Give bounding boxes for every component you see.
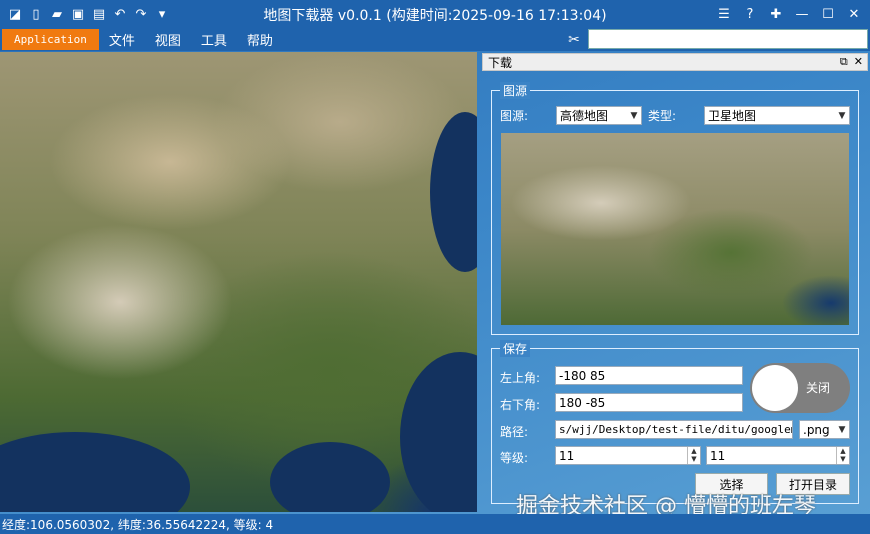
satellite-map-view[interactable]: [0, 52, 477, 512]
type-label: 类型:: [648, 109, 677, 123]
path-input[interactable]: s/wjj/Desktop/test-file/ditu/googlemap: [555, 420, 793, 439]
chevron-down-icon: ▼: [838, 424, 846, 435]
max-level-stepper[interactable]: 11 ▲ ▼: [706, 446, 850, 465]
stepper-arrows-icon[interactable]: ▲ ▼: [687, 447, 700, 464]
float-panel-icon[interactable]: ⧉: [840, 55, 848, 69]
top-left-input[interactable]: -180 85: [555, 366, 743, 385]
new-file-icon[interactable]: ▯: [27, 5, 45, 23]
map-sea-area: [270, 442, 390, 512]
status-bar: 经度:106.0560302, 纬度:36.55642224, 等级: 4: [0, 514, 870, 534]
type-select[interactable]: 卫星地图 ▼: [704, 106, 850, 125]
help-icon[interactable]: ?: [738, 2, 762, 26]
top-left-label: 左上角:: [500, 371, 541, 385]
close-toggle-switch[interactable]: 关闭: [750, 363, 850, 413]
title-bar: ◪ ▯ ▰ ▣ ▤ ↶ ↷ ▾ 地图下载器 v0.0.1 (构建时间:2025-…: [0, 0, 870, 28]
pin-icon[interactable]: ✚: [764, 2, 788, 26]
type-select-value: 卫星地图: [708, 109, 757, 123]
menu-file[interactable]: 文件: [99, 30, 145, 49]
source-select-value: 高德地图: [560, 109, 609, 123]
toggle-knob: [752, 365, 798, 411]
panel-header: 下载 ⧉ ✕: [482, 53, 868, 71]
max-level-value: 11: [710, 448, 726, 463]
save-icon[interactable]: ▣: [69, 5, 87, 23]
source-group-legend: 图源: [500, 82, 531, 99]
app-logo-icon: ◪: [8, 6, 22, 22]
bottom-right-label: 右下角:: [500, 398, 541, 412]
application-button[interactable]: Application: [2, 29, 99, 50]
map-sea-area: [400, 352, 477, 512]
menu-help[interactable]: 帮助: [237, 30, 283, 49]
search-input[interactable]: [588, 29, 868, 49]
redo-icon[interactable]: ↷: [132, 5, 150, 23]
toggle-label: 关闭: [806, 381, 831, 395]
map-sea-area: [430, 112, 477, 272]
window-controls: ☰ ? ✚ — ☐ ✕: [712, 2, 866, 26]
menu-bar: Application 文件 视图 工具 帮助 ✂: [0, 28, 870, 51]
format-select[interactable]: .png ▼: [799, 420, 850, 439]
minimize-icon[interactable]: —: [790, 2, 814, 26]
min-level-stepper[interactable]: 11 ▲ ▼: [555, 446, 701, 465]
bottom-right-input[interactable]: 180 -85: [555, 393, 743, 412]
quick-access-toolbar: ◪ ▯ ▰ ▣ ▤ ↶ ↷ ▾: [0, 5, 171, 23]
maximize-icon[interactable]: ☐: [816, 2, 840, 26]
undo-icon[interactable]: ↶: [111, 5, 129, 23]
chevron-down-icon: ▼: [630, 110, 638, 121]
close-panel-icon[interactable]: ✕: [854, 55, 863, 69]
customize-toolbar-icon[interactable]: ▾: [153, 5, 171, 23]
stepper-arrows-icon[interactable]: ▲ ▼: [836, 447, 849, 464]
format-select-value: .png: [803, 422, 830, 437]
download-panel: 下载 ⧉ ✕ 图源 图源: 高德地图 ▼ 类型: 卫星地图 ▼ 保存 左上角: …: [482, 53, 868, 509]
menu-view[interactable]: 视图: [145, 30, 191, 49]
save-group-legend: 保存: [500, 340, 531, 357]
menu-tools[interactable]: 工具: [191, 30, 237, 49]
open-folder-icon[interactable]: ▰: [48, 5, 66, 23]
save-all-icon[interactable]: ▤: [90, 5, 108, 23]
level-label: 等级:: [500, 451, 529, 465]
close-icon[interactable]: ✕: [842, 2, 866, 26]
panel-title: 下载: [488, 55, 513, 70]
chevron-down-icon: ▼: [838, 110, 846, 121]
source-select[interactable]: 高德地图 ▼: [556, 106, 642, 125]
map-preview: [501, 133, 849, 325]
source-label: 图源:: [500, 109, 529, 123]
min-level-value: 11: [559, 448, 575, 463]
map-sea-area: [0, 432, 190, 512]
menu-icon[interactable]: ☰: [712, 2, 736, 26]
path-label: 路径:: [500, 425, 529, 439]
tools-icon[interactable]: ✂: [564, 30, 584, 50]
